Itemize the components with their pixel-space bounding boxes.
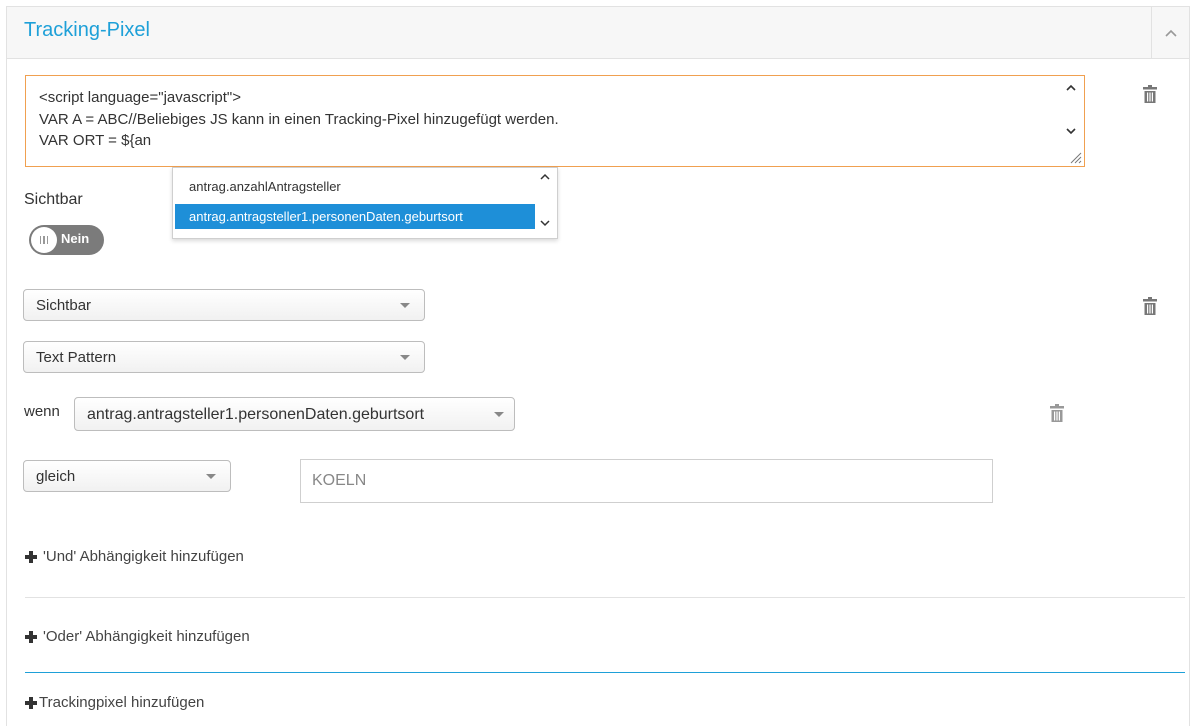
trash-icon[interactable] <box>1143 297 1157 315</box>
field-select[interactable]: antrag.antragsteller1.personenDaten.gebu… <box>74 397 515 431</box>
add-trackingpixel-link[interactable]: Trackingpixel hinzufügen <box>25 694 204 711</box>
wenn-label: wenn <box>24 403 60 420</box>
add-and-dependency-label: 'Und' Abhängigkeit hinzufügen <box>43 548 244 565</box>
panel-title: Tracking-Pixel <box>24 19 150 41</box>
trash-icon[interactable] <box>1050 404 1064 422</box>
resize-grip-icon[interactable] <box>1068 150 1082 164</box>
caret-down-icon <box>400 355 410 360</box>
scroll-up-icon[interactable] <box>539 172 551 182</box>
toggle-knob <box>31 227 57 253</box>
plus-icon <box>25 550 37 563</box>
chevron-up-icon <box>1164 29 1177 37</box>
plus-icon <box>25 696 37 709</box>
scroll-up-icon[interactable] <box>1064 81 1078 95</box>
action-select-value: Sichtbar <box>36 297 92 314</box>
caret-down-icon <box>494 412 504 417</box>
tracking-code-text[interactable]: <script language="javascript"> VAR A = AB… <box>39 87 1049 152</box>
action-select[interactable]: Sichtbar <box>23 289 425 321</box>
field-select-value: antrag.antragsteller1.personenDaten.gebu… <box>87 406 425 423</box>
plus-icon <box>25 630 37 643</box>
caret-down-icon <box>400 303 410 308</box>
autocomplete-dropdown: antrag.anzahlAntragsteller antrag.antrag… <box>172 167 558 239</box>
add-or-dependency-label: 'Oder' Abhängigkeit hinzufügen <box>43 628 250 645</box>
panel-header: Tracking-Pixel <box>7 7 1189 59</box>
visibility-toggle[interactable]: Nein <box>29 225 104 255</box>
tracking-code-editor[interactable]: <script language="javascript"> VAR A = AB… <box>25 75 1085 167</box>
caret-down-icon <box>206 474 216 479</box>
visibility-label: Sichtbar <box>24 191 83 208</box>
divider-accent <box>25 672 1185 673</box>
code-line: VAR ORT = ${an <box>39 132 152 149</box>
rule-type-select[interactable]: Text Pattern <box>23 341 425 373</box>
code-line: VAR A = ABC//Beliebiges JS kann in einen… <box>39 110 559 128</box>
autocomplete-item-selected[interactable]: antrag.antragsteller1.personenDaten.gebu… <box>175 204 535 229</box>
operator-select-value: gleich <box>36 468 76 485</box>
collapse-button[interactable] <box>1151 7 1189 59</box>
value-input[interactable] <box>300 459 993 503</box>
scroll-down-icon[interactable] <box>539 218 551 228</box>
toggle-state-text: Nein <box>61 231 90 246</box>
divider <box>25 597 1185 598</box>
code-line: <script language="javascript"> <box>39 89 242 106</box>
scroll-down-icon[interactable] <box>1064 124 1078 138</box>
add-trackingpixel-label: Trackingpixel hinzufügen <box>39 694 205 711</box>
add-and-dependency-link[interactable]: 'Und' Abhängigkeit hinzufügen <box>25 548 244 565</box>
add-or-dependency-link[interactable]: 'Oder' Abhängigkeit hinzufügen <box>25 628 250 645</box>
operator-select[interactable]: gleich <box>23 460 231 492</box>
rule-type-select-value: Text Pattern <box>36 349 117 366</box>
autocomplete-item[interactable]: antrag.anzahlAntragsteller <box>175 174 535 199</box>
trash-icon[interactable] <box>1143 85 1157 103</box>
